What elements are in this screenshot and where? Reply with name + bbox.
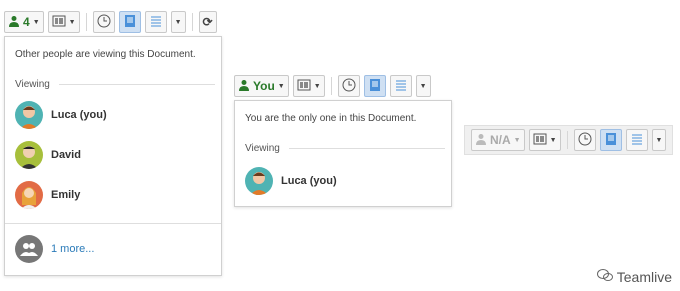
layout-button[interactable]: ▼: [47, 11, 80, 33]
separator: [85, 13, 87, 31]
watermark-text: Teamlive: [616, 268, 672, 285]
divider: [59, 84, 215, 85]
user-item[interactable]: David: [15, 141, 81, 169]
chevron-down-icon: ▼: [513, 136, 521, 144]
refresh-button[interactable]: ⟳: [198, 11, 217, 33]
chevron-down-icon: ▼: [174, 18, 182, 26]
toolbar-1: 4 ▼ ▼ ▼ ⟳: [4, 8, 217, 36]
presence-button[interactable]: You ▼: [234, 75, 289, 97]
history-button[interactable]: [92, 11, 115, 33]
presence-na: N/A: [490, 133, 511, 147]
document-icon: [368, 78, 382, 95]
user-icon: [238, 79, 250, 94]
user-item[interactable]: Luca (you): [245, 167, 337, 195]
list-view-button[interactable]: [144, 11, 167, 33]
user-name: Luca (you): [281, 175, 337, 187]
view-options-button[interactable]: ▼: [170, 11, 186, 33]
toolbar-2: You ▼ ▼ ▼: [234, 72, 431, 100]
viewing-label: Viewing: [245, 143, 280, 154]
layout-button[interactable]: ▼: [528, 129, 561, 151]
document-view-button[interactable]: [118, 11, 141, 33]
list-icon: [394, 78, 408, 95]
user-icon: [8, 15, 20, 30]
presence-you: You: [253, 79, 275, 93]
user-name: Emily: [51, 189, 81, 201]
presence-message: Other people are viewing this Document.: [15, 49, 196, 60]
more-users-item[interactable]: 1 more...: [15, 235, 94, 263]
chevron-down-icon: ▼: [549, 136, 557, 144]
presence-message: You are the only one in this Document.: [245, 113, 417, 124]
chevron-down-icon: ▼: [277, 82, 285, 90]
presence-panel-2: You are the only one in this Document. V…: [234, 100, 452, 207]
list-icon: [149, 14, 163, 31]
separator: [191, 13, 193, 31]
view-options-button[interactable]: ▼: [415, 75, 431, 97]
separator: [330, 77, 332, 95]
watermark: Teamlive: [596, 268, 672, 285]
layout-icon: [297, 79, 311, 94]
view-options-button[interactable]: ▼: [651, 129, 667, 151]
history-button[interactable]: [573, 129, 596, 151]
user-name: David: [51, 149, 81, 161]
presence-button[interactable]: 4 ▼: [4, 11, 44, 33]
layout-icon: [533, 133, 547, 148]
divider: [289, 148, 445, 149]
document-view-button[interactable]: [599, 129, 622, 151]
layout-icon: [52, 15, 66, 30]
history-icon: [97, 14, 111, 31]
avatar: [245, 167, 273, 195]
layout-button[interactable]: ▼: [292, 75, 325, 97]
list-icon: [630, 132, 644, 149]
chevron-down-icon: ▼: [655, 136, 663, 144]
divider: [5, 223, 221, 224]
wechat-icon: [596, 268, 613, 285]
chevron-down-icon: ▼: [68, 18, 76, 26]
list-view-button[interactable]: [389, 75, 412, 97]
history-button[interactable]: [337, 75, 360, 97]
group-icon: [15, 235, 43, 263]
avatar: [15, 101, 43, 129]
user-item[interactable]: Luca (you): [15, 101, 107, 129]
user-name: Luca (you): [51, 109, 107, 121]
chevron-down-icon: ▼: [313, 82, 321, 90]
refresh-icon: ⟳: [202, 15, 213, 29]
user-icon: [475, 133, 487, 148]
avatar: [15, 181, 43, 209]
separator: [566, 131, 568, 149]
document-icon: [604, 132, 618, 149]
more-users-link[interactable]: 1 more...: [51, 243, 94, 255]
history-icon: [342, 78, 356, 95]
viewing-label: Viewing: [15, 79, 50, 90]
history-icon: [578, 132, 592, 149]
user-item[interactable]: Emily: [15, 181, 80, 209]
avatar: [15, 141, 43, 169]
document-icon: [123, 14, 137, 31]
presence-panel-1: Other people are viewing this Document. …: [4, 36, 222, 276]
toolbar-3: N/A ▼ ▼ ▼: [464, 125, 674, 155]
presence-count: 4: [23, 15, 30, 29]
chevron-down-icon: ▼: [419, 82, 427, 90]
presence-button[interactable]: N/A ▼: [471, 129, 525, 151]
chevron-down-icon: ▼: [32, 18, 40, 26]
list-view-button[interactable]: [625, 129, 648, 151]
document-view-button[interactable]: [363, 75, 386, 97]
